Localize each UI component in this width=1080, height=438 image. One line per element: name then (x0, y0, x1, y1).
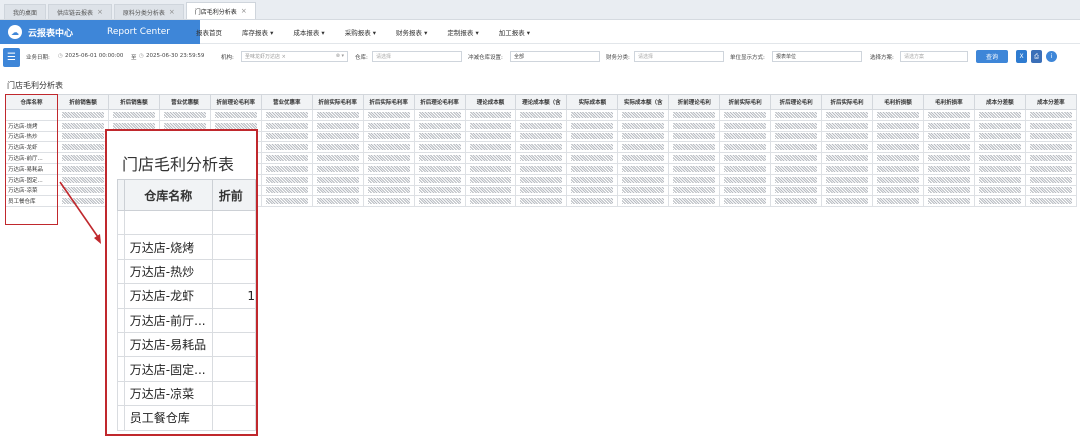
zoom-table-row: 万达店-易耗品 (117, 331, 256, 358)
zoom-table-row: 员工餐仓库 (117, 405, 256, 431)
zoom-table-row (117, 209, 256, 236)
zoom-index-cell (117, 283, 125, 309)
zoom-index-cell (117, 307, 125, 333)
zoom-index-cell (117, 209, 125, 236)
zoom-table-row: 万达店-固定... (117, 356, 256, 382)
zoom-table-row: 万达店-热炒 (117, 258, 256, 285)
zoom-index-cell (117, 331, 125, 358)
zoom-warehouse-cell: 万达店-前厅... (123, 307, 213, 333)
zoom-warehouse-cell: 万达店-热炒 (123, 258, 213, 285)
zoom-value-cell (211, 331, 256, 358)
zoom-value-cell (211, 380, 256, 407)
zoom-value-cell (211, 234, 256, 260)
zoom-warehouse-cell: 员工餐仓库 (123, 405, 213, 431)
zoom-header-presale: 折前 (211, 179, 256, 211)
zoom-warehouse-cell: 万达店-凉菜 (123, 380, 213, 407)
zoom-index-cell (117, 405, 125, 431)
zoom-value-cell (211, 405, 256, 431)
zoom-warehouse-cell: 万达店-固定... (123, 356, 213, 382)
zoom-table: 仓库名称 折前 万达店-烧烤 万达店-热炒 万达店-龙虾 1 万达店-前厅... 万达店-… (117, 179, 256, 431)
zoom-title: 门店毛利分析表 (122, 155, 235, 174)
zoom-value-cell: 1 (211, 283, 256, 309)
zoom-table-row: 万达店-凉菜 (117, 380, 256, 407)
zoom-warehouse-cell: 万达店-易耗品 (123, 331, 213, 358)
zoom-callout: 门店毛利分析表 仓库名称 折前 万达店-烧烤 万达店-热炒 万达店-龙虾 1 万达店-前… (105, 129, 258, 436)
zoom-index-cell (117, 258, 125, 285)
zoom-index-cell (117, 380, 125, 407)
zoom-table-row: 万达店-烧烤 (117, 234, 256, 260)
zoom-index-cell (117, 234, 125, 260)
zoom-value-cell (211, 307, 256, 333)
zoom-table-row: 万达店-龙虾 1 (117, 283, 256, 309)
zoom-warehouse-cell (123, 209, 213, 236)
zoom-table-row: 万达店-前厅... (117, 307, 256, 333)
zoom-corner-cell (117, 179, 125, 211)
zoom-warehouse-cell: 万达店-龙虾 (123, 283, 213, 309)
zoom-value-cell (211, 258, 256, 285)
zoom-value-cell (211, 209, 256, 236)
zoom-warehouse-cell: 万达店-烧烤 (123, 234, 213, 260)
zoom-index-cell (117, 356, 125, 382)
zoom-value-cell (211, 356, 256, 382)
zoom-header-warehouse: 仓库名称 (123, 179, 213, 211)
